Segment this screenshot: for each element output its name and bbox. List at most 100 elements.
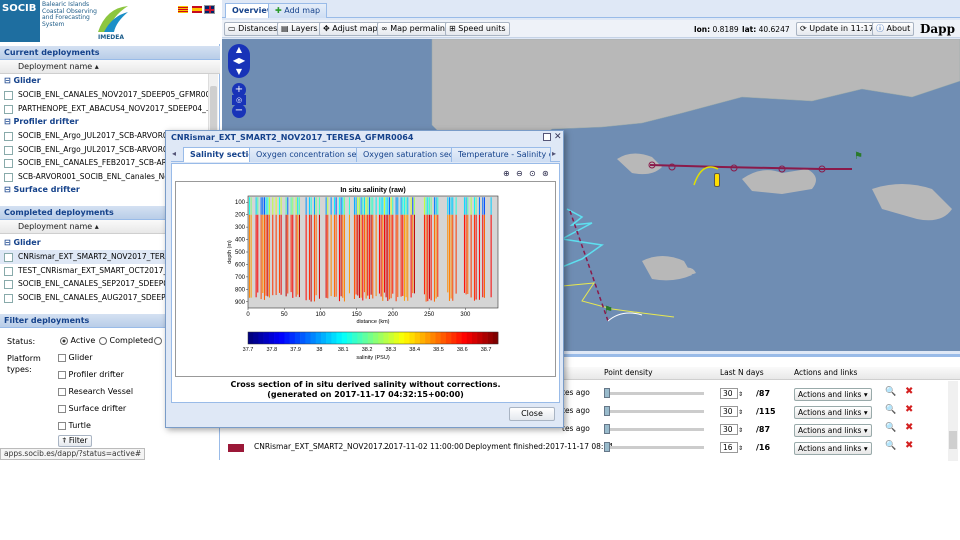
zoom-to-icon[interactable]: 🔍 (885, 405, 896, 415)
status-active-radio[interactable]: Active (60, 336, 95, 345)
col-last-n-days[interactable]: Last N days (720, 368, 764, 377)
add-icon: ✚ (275, 6, 282, 15)
density-slider[interactable] (604, 442, 704, 452)
y-tick-label: 800 (235, 287, 246, 293)
speed-units-button[interactable]: ⊞ Speed units (445, 22, 510, 36)
colorbar-segment (248, 332, 254, 344)
platform-types-label: Platform types: (7, 354, 41, 374)
zoom-to-icon[interactable]: 🔍 (885, 441, 896, 451)
x-tick-label: 150 (352, 312, 363, 318)
days-stepper[interactable]: 30 ⇕ (720, 388, 743, 399)
colorbar-segment (451, 332, 457, 344)
layers-button[interactable]: ▤ Layers (277, 22, 322, 36)
status-label: Status: (7, 337, 36, 346)
y-tick-label: 500 (235, 250, 246, 256)
colorbar-segment (430, 332, 436, 344)
flag-spanish[interactable] (192, 6, 202, 13)
grid-scrollbar[interactable] (948, 381, 958, 461)
chart-window: CNRismar_EXT_SMART2_NOV2017_TERESA_GFMR0… (165, 130, 564, 428)
close-button[interactable]: Close (509, 407, 555, 421)
group-profiler-drifter[interactable]: ⊟ Profiler drifter (0, 115, 208, 129)
zoom-reset-icon[interactable]: ⊙ (529, 169, 536, 178)
current-column-header[interactable]: Deployment name ▴ (0, 60, 220, 74)
group-glider[interactable]: ⊟ Glider (0, 74, 208, 88)
adjust-map-button[interactable]: ✥ Adjust map (319, 22, 382, 36)
salinity-section-chart: In situ salinity (raw) 0 50 100 150 200 250 300… (227, 187, 499, 361)
glider-marker-icon[interactable] (714, 173, 720, 187)
flag-english[interactable] (204, 5, 215, 14)
pan-control[interactable]: ▲ ◀▶ ▼ (228, 44, 250, 78)
tab-scroll-right-icon[interactable]: ▸ (552, 149, 556, 158)
density-slider[interactable] (604, 406, 704, 416)
platform-type-turtle[interactable]: Turtle (58, 421, 91, 430)
caption-line-2: (generated on 2017-11-17 04:32:15+00:00) (267, 390, 464, 399)
actions-dropdown[interactable]: Actions and links ▾ (794, 388, 872, 401)
tab-scroll-left-icon[interactable]: ◂ (172, 149, 176, 158)
status-completed-radio[interactable]: Completed (99, 336, 153, 345)
map-permalink-button[interactable]: ∞ Map permalink (377, 22, 454, 36)
lat-readout: lat: 40.6247 (742, 25, 790, 34)
zoom-out-button[interactable]: − (232, 104, 246, 118)
deployment-flag-icon[interactable]: ⚑ (604, 305, 613, 316)
status-all-radio[interactable] (154, 336, 162, 345)
tab-add-map[interactable]: ✚ Add map (268, 3, 328, 18)
close-icon[interactable]: ✕ (554, 132, 562, 142)
colorbar-segment (367, 332, 374, 344)
colorbar-tick-label: 38.1 (338, 347, 349, 353)
maximize-icon[interactable] (543, 133, 551, 141)
list-item[interactable]: PARTHENOPE_EXT_ABACUS4_NOV2017_SDEEP04_.… (0, 102, 208, 116)
socib-logo[interactable]: SOCIB (0, 0, 40, 42)
colorbar-segment (258, 332, 264, 344)
zoom-fit-icon[interactable]: ⊛ (542, 169, 549, 178)
list-item[interactable]: SOCIB_ENL_CANALES_NOV2017_SDEEP05_GFMR00… (0, 88, 208, 102)
app-title: Dapp (920, 22, 955, 36)
distances-button[interactable]: ▭ Distances (224, 22, 282, 36)
actions-dropdown[interactable]: Actions and links ▾ (794, 442, 872, 455)
platform-type-surface[interactable]: Surface drifter (58, 404, 126, 413)
table-row[interactable]: CNRismar_EXT_SMART2_NOV2017... 2017-11-0… (222, 439, 952, 457)
colorbar-segment (289, 332, 296, 344)
zoom-to-icon[interactable]: 🔍 (885, 387, 896, 397)
deployment-flag-icon[interactable]: ⚑ (854, 151, 863, 162)
colorbar-label: salinity (PSU) (356, 355, 389, 361)
col-actions[interactable]: Actions and links (794, 368, 857, 377)
zoom-out-chart-icon[interactable]: ⊖ (516, 169, 523, 178)
remove-icon[interactable]: ✖ (905, 422, 913, 433)
colorbar-segment (326, 332, 332, 344)
colorbar-segment (279, 332, 285, 344)
col-point-density[interactable]: Point density (604, 368, 653, 377)
colorbar-segment (268, 332, 275, 344)
refresh-icon: ⟳ (800, 24, 807, 33)
colorbar-segment (404, 332, 410, 344)
colorbar-segment (482, 332, 488, 344)
remove-icon[interactable]: ✖ (905, 386, 913, 397)
colorbar-segment (440, 332, 447, 344)
days-stepper[interactable]: 16 ⇕ (720, 442, 743, 453)
link-icon: ∞ (381, 24, 388, 33)
days-stepper[interactable]: 30 ⇕ (720, 424, 743, 435)
about-button[interactable]: ⓘ About (872, 22, 915, 36)
zoom-in-chart-icon[interactable]: ⊕ (503, 169, 510, 178)
platform-type-profiler[interactable]: Profiler drifter (58, 370, 124, 379)
colorbar-tick-label: 38.5 (433, 347, 444, 353)
remove-icon[interactable]: ✖ (905, 440, 913, 451)
days-stepper[interactable]: 30 ⇕ (720, 406, 743, 417)
tab-ts-diagram[interactable]: Temperature - Salinity diagram (451, 147, 551, 162)
colorbar-segment (388, 332, 395, 344)
remove-icon[interactable]: ✖ (905, 404, 913, 415)
filter-button[interactable]: ⍒ Filter (58, 435, 92, 447)
colorbar-segment (378, 332, 384, 344)
platform-type-vessel[interactable]: Research Vessel (58, 387, 133, 396)
update-button[interactable]: ⟳ Update in 11:17 (796, 22, 878, 36)
platform-type-glider[interactable]: Glider (58, 353, 92, 362)
density-slider[interactable] (604, 388, 704, 398)
colorbar-segment (294, 332, 301, 344)
x-tick-label: 0 (246, 312, 250, 318)
actions-dropdown[interactable]: Actions and links ▾ (794, 424, 872, 437)
actions-dropdown[interactable]: Actions and links ▾ (794, 406, 872, 419)
zoom-to-icon[interactable]: 🔍 (885, 423, 896, 433)
colorbar-tick-label: 38.3 (385, 347, 396, 353)
flag-catalan[interactable] (178, 6, 188, 13)
density-slider[interactable] (604, 424, 704, 434)
colorbar-tick-label: 38.2 (362, 347, 373, 353)
